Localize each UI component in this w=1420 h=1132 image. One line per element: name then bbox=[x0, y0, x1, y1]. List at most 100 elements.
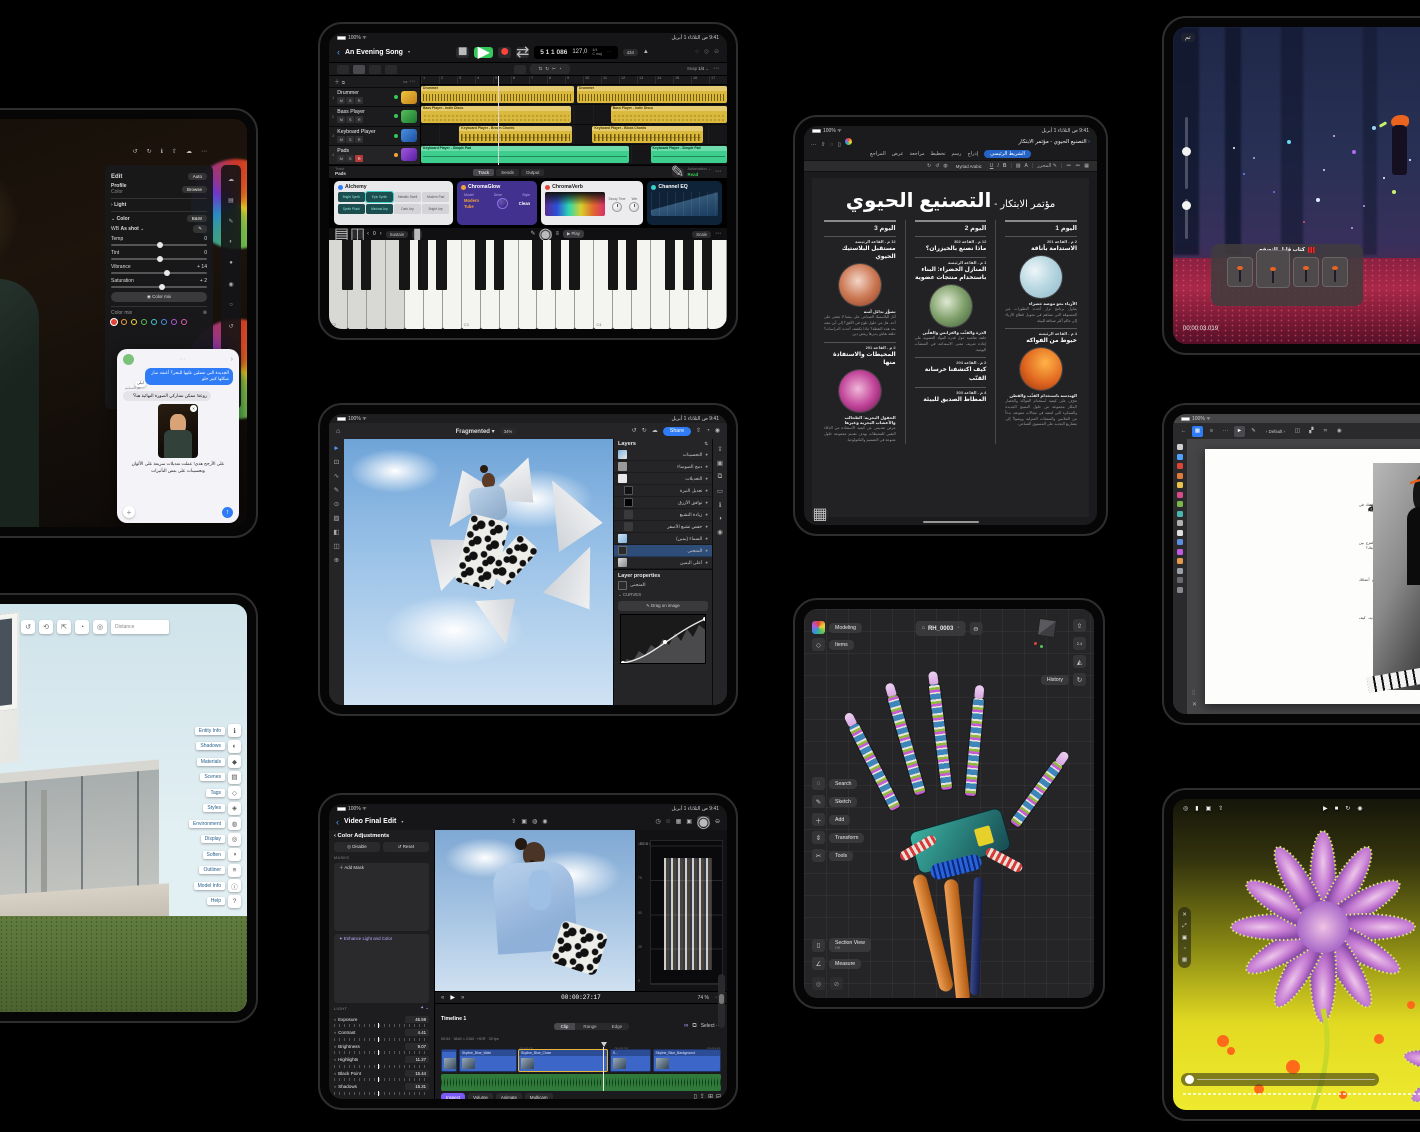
region-pads[interactable]: Keyboard Player - Simple Pad bbox=[421, 146, 629, 163]
black-key[interactable] bbox=[569, 240, 580, 290]
light-section[interactable]: › Light bbox=[111, 202, 126, 208]
audio-track[interactable] bbox=[441, 1074, 721, 1091]
panel-icon[interactable]: ≡ bbox=[228, 864, 241, 877]
layer-row[interactable]: خفض تشبع الأصفر ● bbox=[614, 521, 712, 533]
slider-knob[interactable] bbox=[157, 242, 163, 248]
toolbar-icon[interactable]: ℹ bbox=[161, 149, 163, 155]
preset-selector[interactable]: ‹ Default › bbox=[1262, 428, 1289, 435]
back-icon[interactable]: ‹ bbox=[337, 47, 340, 57]
more-icon[interactable]: ⋯ bbox=[811, 142, 817, 148]
next-frame-icon[interactable]: » bbox=[461, 995, 464, 1001]
eraser-tool-icon[interactable]: ▨ bbox=[333, 514, 339, 522]
table-icon[interactable]: ▦ bbox=[1084, 164, 1089, 169]
header-panel-icon[interactable]: ▭ bbox=[403, 79, 407, 84]
trash-icon[interactable]: ▯ bbox=[694, 1094, 697, 1099]
automation-state[interactable]: Automation ⌄Read bbox=[688, 167, 711, 178]
lock-icon[interactable]: ▮ bbox=[1195, 805, 1198, 812]
alchemy-preset[interactable]: Bright Arp bbox=[422, 204, 449, 214]
ribbon-tab[interactable]: المراجع bbox=[870, 151, 886, 157]
designer-icon[interactable] bbox=[845, 138, 852, 145]
inspector-tab[interactable]: Track bbox=[473, 169, 494, 176]
alchemy-preset[interactable]: Dark Arp bbox=[394, 204, 421, 214]
layer-row[interactable]: التعديلات ● bbox=[614, 473, 712, 485]
layers-panel-icon[interactable]: ⧉ bbox=[718, 473, 723, 481]
slider-value[interactable]: 9.07 bbox=[405, 1043, 429, 1050]
region-bass[interactable]: Bass Player - Indie Disco bbox=[611, 106, 727, 123]
zoom-slider-knob[interactable] bbox=[719, 994, 724, 1004]
wet-knob[interactable] bbox=[629, 202, 639, 212]
panel-icon[interactable]: ℹ bbox=[228, 724, 241, 737]
alchemy-preset[interactable]: Synth Pluck bbox=[338, 204, 365, 214]
layer-row[interactable]: توافق الأزرق ● bbox=[614, 497, 712, 509]
collapse-icon[interactable]: ⊖ bbox=[969, 622, 982, 635]
editor-button[interactable]: ✎ المحرر bbox=[1037, 163, 1057, 169]
black-key[interactable] bbox=[475, 240, 486, 290]
tool-icon[interactable] bbox=[1177, 444, 1183, 450]
slider-ruler[interactable] bbox=[334, 1065, 429, 1068]
slider-value[interactable]: 15.44 bbox=[405, 1070, 429, 1077]
slider-ruler[interactable] bbox=[334, 1092, 429, 1095]
black-key[interactable] bbox=[702, 240, 713, 290]
document-name[interactable]: Fragmented ▾ bbox=[456, 428, 495, 435]
slider-ruler[interactable] bbox=[334, 1024, 429, 1027]
render-progress-slider[interactable] bbox=[1181, 1073, 1379, 1086]
clock-icon[interactable]: ◔ bbox=[1183, 946, 1186, 952]
add-tool-icon[interactable]: ⊕ bbox=[334, 556, 339, 564]
timeline-playhead[interactable] bbox=[603, 1047, 604, 1091]
timeline-button[interactable]: Animate bbox=[496, 1093, 522, 1099]
undo-icon[interactable]: ↺ bbox=[632, 428, 637, 434]
color-dot[interactable] bbox=[151, 319, 157, 325]
app-icon[interactable]: ▦ bbox=[1192, 426, 1203, 437]
layer-filter-icon[interactable]: ⇅ bbox=[704, 442, 708, 447]
black-key[interactable] bbox=[532, 240, 543, 290]
black-key[interactable] bbox=[551, 240, 562, 290]
layer-visibility-icon[interactable]: ● bbox=[705, 524, 708, 529]
color-dot[interactable] bbox=[141, 319, 147, 325]
pencil-icon[interactable]: ✎ bbox=[530, 231, 535, 237]
rail-icon[interactable]: ● bbox=[225, 257, 237, 269]
viewer[interactable] bbox=[435, 830, 635, 991]
info-panel-icon[interactable]: ℹ bbox=[719, 501, 721, 509]
crop-tool-icon[interactable]: ◫ bbox=[333, 542, 339, 550]
minimize-icon[interactable]: ⊖ bbox=[714, 49, 719, 55]
connect-icon[interactable]: ∞ bbox=[684, 1023, 688, 1029]
slider-ruler[interactable] bbox=[334, 1038, 429, 1041]
highlight-icon[interactable]: ▨ bbox=[1016, 164, 1021, 169]
list-icon[interactable]: ≔ bbox=[1075, 164, 1080, 169]
pads-lane[interactable]: Keyboard Player - Simple PadKeyboard Pla… bbox=[421, 145, 727, 165]
mic-icon[interactable]: ◍ bbox=[532, 819, 537, 825]
tool-icon[interactable] bbox=[1177, 482, 1183, 488]
panel-label[interactable]: Styles bbox=[203, 804, 225, 812]
help-icon[interactable]: ◎ bbox=[704, 49, 709, 55]
toolbar-icon[interactable]: ⋯ bbox=[201, 149, 207, 155]
alchemy-preset[interactable]: Minimal Arp bbox=[366, 204, 393, 214]
plugin-chromaverb[interactable]: ChromaVerb Decay Time Wet bbox=[541, 181, 643, 225]
plugin-alchemy[interactable]: Alchemy Bright SynthEpic SynthMetallic S… bbox=[334, 181, 453, 225]
affinity-canvas[interactable]: المرأة والموسيقى الإلكترونية صوت المبدعة… bbox=[1187, 439, 1420, 714]
tool-icon[interactable] bbox=[1177, 530, 1183, 536]
editor-view-icon[interactable] bbox=[369, 65, 381, 74]
keyboard-toggle-icon[interactable]: ▦ bbox=[812, 509, 828, 519]
split-icon[interactable]: ◫ bbox=[352, 230, 363, 239]
color-dot[interactable] bbox=[121, 319, 127, 325]
modeling-button[interactable]: Modeling bbox=[829, 623, 862, 633]
viewer-zoom[interactable]: 74 % bbox=[698, 995, 709, 1001]
black-key[interactable] bbox=[494, 240, 505, 290]
rail-icon[interactable]: ▤ bbox=[225, 194, 237, 206]
camera-icon[interactable]: ▣ bbox=[521, 819, 527, 825]
panel-icon[interactable]: ◇ bbox=[228, 786, 241, 799]
rail-icon[interactable]: ◉ bbox=[225, 278, 237, 290]
record-button[interactable]: ● bbox=[498, 47, 511, 58]
lift-icon[interactable]: ⇪ bbox=[700, 1094, 705, 1099]
close-icon[interactable]: ⊗ bbox=[203, 310, 207, 316]
toolbar-icon[interactable]: ↺ bbox=[133, 149, 138, 155]
eyedropper-icon[interactable]: ✎ bbox=[193, 225, 207, 233]
plugin-chromaglow[interactable]: ChromaGlow ModelDriveStyle Modern Tube C… bbox=[457, 181, 537, 225]
slider-knob[interactable] bbox=[1182, 147, 1191, 156]
inspector-tab[interactable]: Sends bbox=[496, 169, 519, 176]
rail-icon[interactable]: ○ bbox=[225, 299, 237, 311]
slider-track[interactable] bbox=[111, 258, 207, 260]
settings-gear-icon[interactable]: ◉ bbox=[715, 428, 720, 434]
timeline-button[interactable]: Multicam bbox=[525, 1093, 553, 1099]
add-track-icon[interactable]: ＋ bbox=[334, 80, 340, 86]
